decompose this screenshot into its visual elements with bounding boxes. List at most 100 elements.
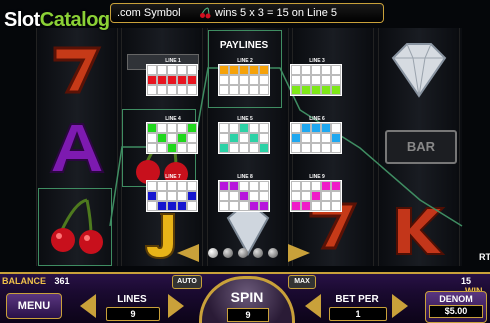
payline-cell (321, 191, 331, 201)
payline-cell (147, 133, 157, 143)
payline-cell (301, 143, 311, 153)
payline-cell (259, 201, 269, 211)
payline-cell (167, 85, 177, 95)
payline-cell (167, 75, 177, 85)
payline-cell (167, 191, 177, 201)
payline-cell (321, 143, 331, 153)
payline-cell (147, 123, 157, 133)
payline-pattern (146, 64, 198, 96)
payline-cell (187, 85, 197, 95)
payline-cell (301, 181, 311, 191)
payline-cell (147, 65, 157, 75)
payline-cell (219, 181, 229, 191)
payline-cell (259, 191, 269, 201)
payline-cell (219, 75, 229, 85)
payline-cell (167, 143, 177, 153)
payline-cell (157, 75, 167, 85)
payline-cell (249, 123, 259, 133)
payline-cell (249, 85, 259, 95)
win-message-text: wins 5 x 3 = 15 on Line 5 (215, 7, 337, 19)
lines-decrease-button[interactable] (80, 294, 96, 318)
bet-decrease-button[interactable] (305, 294, 321, 318)
payline-cell (219, 123, 229, 133)
payline-cell (147, 191, 157, 201)
payline-cell (229, 201, 239, 211)
payline-cell (259, 65, 269, 75)
payline-cell (219, 133, 229, 143)
payline-cell (177, 201, 187, 211)
page-dot[interactable] (253, 248, 263, 258)
payline-cell (167, 201, 177, 211)
payline-cell (301, 191, 311, 201)
payline-cell (229, 65, 239, 75)
page-dot[interactable] (208, 248, 218, 258)
payline-pattern (290, 122, 342, 154)
payline-cell (259, 133, 269, 143)
page-dot[interactable] (268, 248, 278, 258)
payline-pattern (146, 180, 198, 212)
rtp-text: RT (479, 252, 490, 262)
lines-label: LINES (117, 294, 147, 305)
payline-pattern (218, 122, 270, 154)
bet-increase-button[interactable] (392, 294, 408, 318)
next-page-button[interactable] (288, 244, 310, 262)
payline-cell (301, 75, 311, 85)
paylines-title: PAYLINES (219, 40, 269, 51)
slot-game-screen: BAR .com Symbol wins 5 x 3 = 15 on Line … (0, 0, 490, 323)
payline-cell (187, 133, 197, 143)
payline-cell (229, 181, 239, 191)
payline-cell (259, 123, 269, 133)
payline-cell (311, 143, 321, 153)
payline-cell (249, 201, 259, 211)
cherry-icon (200, 7, 211, 19)
payline-cell (147, 181, 157, 191)
payline-cell (229, 143, 239, 153)
payline-cell (219, 65, 229, 75)
payline-cell (311, 75, 321, 85)
payline-cell (321, 123, 331, 133)
win-message-symbol-text: .com Symbol (117, 7, 181, 19)
payline-cell (331, 143, 341, 153)
payline-cell (187, 201, 197, 211)
payline-cell (157, 65, 167, 75)
payline-cell (229, 123, 239, 133)
payline-cell (157, 181, 167, 191)
payline-7: LINE 7 (146, 174, 198, 212)
payline-cell (147, 85, 157, 95)
payline-cell (321, 133, 331, 143)
payline-cell (167, 133, 177, 143)
page-dot[interactable] (223, 248, 233, 258)
payline-cell (239, 85, 249, 95)
payline-5: LINE 5 (218, 116, 270, 154)
max-bet-button[interactable]: MAX (288, 275, 316, 289)
payline-cell (147, 75, 157, 85)
balance-display: BALANCE 361 (2, 276, 70, 286)
denom-button[interactable]: DENOM $5.00 (425, 291, 487, 323)
payline-cell (229, 75, 239, 85)
lines-increase-button[interactable] (168, 294, 184, 318)
payline-cell (291, 75, 301, 85)
payline-cell (157, 191, 167, 201)
page-dot[interactable] (238, 248, 248, 258)
payline-cell (301, 123, 311, 133)
payline-cell (301, 201, 311, 211)
payline-cell (331, 181, 341, 191)
payline-cell (239, 143, 249, 153)
payline-pattern (218, 180, 270, 212)
prev-page-button[interactable] (177, 244, 199, 262)
payline-cell (331, 65, 341, 75)
payline-cell (311, 123, 321, 133)
menu-button[interactable]: MENU (6, 293, 62, 319)
payline-pattern (290, 180, 342, 212)
payline-cell (291, 181, 301, 191)
auto-button[interactable]: AUTO (172, 275, 202, 289)
payline-cell (167, 123, 177, 133)
win-message-bar: .com Symbol wins 5 x 3 = 15 on Line 5 (110, 3, 384, 23)
payline-cell (311, 191, 321, 201)
payline-cell (291, 201, 301, 211)
payline-cell (157, 123, 167, 133)
payline-cell (259, 181, 269, 191)
payline-cell (239, 75, 249, 85)
payline-cell (177, 65, 187, 75)
payline-cell (321, 201, 331, 211)
